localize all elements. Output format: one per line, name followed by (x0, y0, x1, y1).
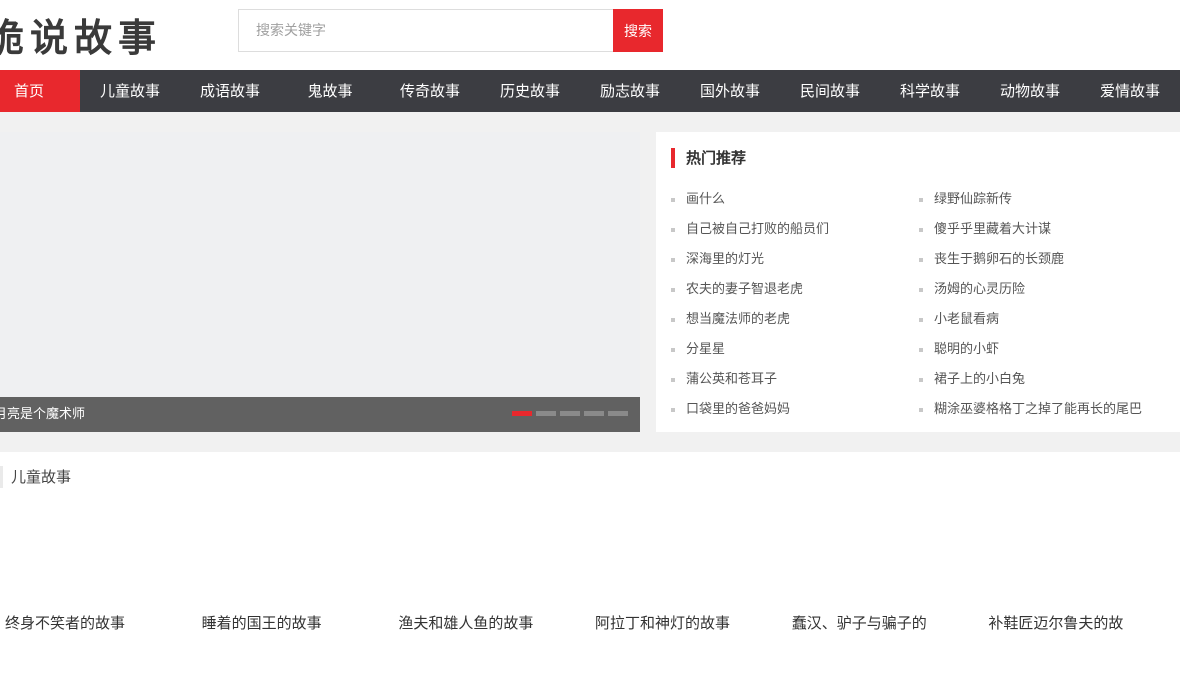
hot-link[interactable]: 深海里的灯光 (670, 245, 829, 275)
hot-link[interactable]: 傻乎乎里藏着大计谋 (918, 215, 1142, 245)
slider-caption-bar: 月亮是个魔术师 (0, 397, 640, 432)
story-title[interactable]: 渔夫和雄人鱼的故事 (393, 612, 590, 633)
nav-item-idiom[interactable]: 成语故事 (180, 70, 280, 112)
hot-link[interactable]: 小老鼠看病 (918, 305, 1142, 335)
story-list: 终身不笑者的故事 睡着的国王的故事 渔夫和雄人鱼的故事 阿拉丁和神灯的故事 蠢汉… (0, 612, 1180, 633)
hot-link[interactable]: 汤姆的心灵历险 (918, 275, 1142, 305)
hot-list-left: 画什么 自己被自己打败的船员们 深海里的灯光 农夫的妻子智退老虎 想当魔法师的老… (670, 185, 829, 425)
story-title[interactable]: 阿拉丁和神灯的故事 (590, 612, 787, 633)
hot-recommend-title: 热门推荐 (671, 148, 746, 168)
hot-link[interactable]: 农夫的妻子智退老虎 (670, 275, 829, 305)
search-button[interactable]: 搜索 (613, 9, 663, 52)
story-title[interactable]: 蠢汉、驴子与骗子的 (787, 612, 984, 633)
slider-caption[interactable]: 月亮是个魔术师 (0, 397, 85, 432)
slider-dot-4[interactable] (584, 411, 604, 416)
hot-link[interactable]: 分星星 (670, 335, 829, 365)
hot-link[interactable]: 绿野仙踪新传 (918, 185, 1142, 215)
slider-dots (512, 411, 628, 416)
nav-item-love[interactable]: 爱情故事 (1080, 70, 1180, 112)
slider-dot-3[interactable] (560, 411, 580, 416)
story-title[interactable]: 补鞋匠迈尔鲁夫的故 (983, 612, 1180, 633)
logo-text: 诡说故事 (0, 14, 163, 60)
nav-item-children[interactable]: 儿童故事 (80, 70, 180, 112)
section-title-children: 儿童故事 (0, 466, 71, 488)
site-logo[interactable]: 诡说故事 (0, 6, 162, 62)
hot-link[interactable]: 糊涂巫婆格格丁之掉了能再长的尾巴 (918, 395, 1142, 425)
nav-item-legend[interactable]: 传奇故事 (380, 70, 480, 112)
hot-recommend-panel: 热门推荐 画什么 自己被自己打败的船员们 深海里的灯光 农夫的妻子智退老虎 想当… (656, 132, 1180, 432)
slider-dot-2[interactable] (536, 411, 556, 416)
hot-link[interactable]: 蒲公英和苍耳子 (670, 365, 829, 395)
nav-item-animal[interactable]: 动物故事 (980, 70, 1080, 112)
hot-link[interactable]: 自己被自己打败的船员们 (670, 215, 829, 245)
story-title[interactable]: 终身不笑者的故事 (0, 612, 197, 633)
search-bar: 搜索 (238, 9, 663, 52)
hot-list-right: 绿野仙踪新传 傻乎乎里藏着大计谋 丧生于鹅卵石的长颈鹿 汤姆的心灵历险 小老鼠看… (918, 185, 1142, 425)
hot-link[interactable]: 丧生于鹅卵石的长颈鹿 (918, 245, 1142, 275)
hot-link[interactable]: 口袋里的爸爸妈妈 (670, 395, 829, 425)
hot-link[interactable]: 裙子上的小白兔 (918, 365, 1142, 395)
hot-link[interactable]: 画什么 (670, 185, 829, 215)
nav-item-ghost[interactable]: 鬼故事 (280, 70, 380, 112)
hot-link[interactable]: 聪明的小虾 (918, 335, 1142, 365)
nav-item-home[interactable]: 首页 (0, 70, 80, 112)
hot-link[interactable]: 想当魔法师的老虎 (670, 305, 829, 335)
slider-dot-1[interactable] (512, 411, 532, 416)
nav-item-foreign[interactable]: 国外故事 (680, 70, 780, 112)
main-nav: 首页 儿童故事 成语故事 鬼故事 传奇故事 历史故事 励志故事 国外故事 民间故… (0, 70, 1180, 112)
story-title[interactable]: 睡着的国王的故事 (197, 612, 394, 633)
search-input[interactable] (238, 9, 613, 52)
nav-item-science[interactable]: 科学故事 (880, 70, 980, 112)
nav-item-inspiration[interactable]: 励志故事 (580, 70, 680, 112)
slider-dot-5[interactable] (608, 411, 628, 416)
nav-item-folk[interactable]: 民间故事 (780, 70, 880, 112)
image-slider[interactable]: 月亮是个魔术师 (0, 132, 640, 432)
nav-item-history[interactable]: 历史故事 (480, 70, 580, 112)
header: 诡说故事 搜索 (0, 0, 1180, 70)
